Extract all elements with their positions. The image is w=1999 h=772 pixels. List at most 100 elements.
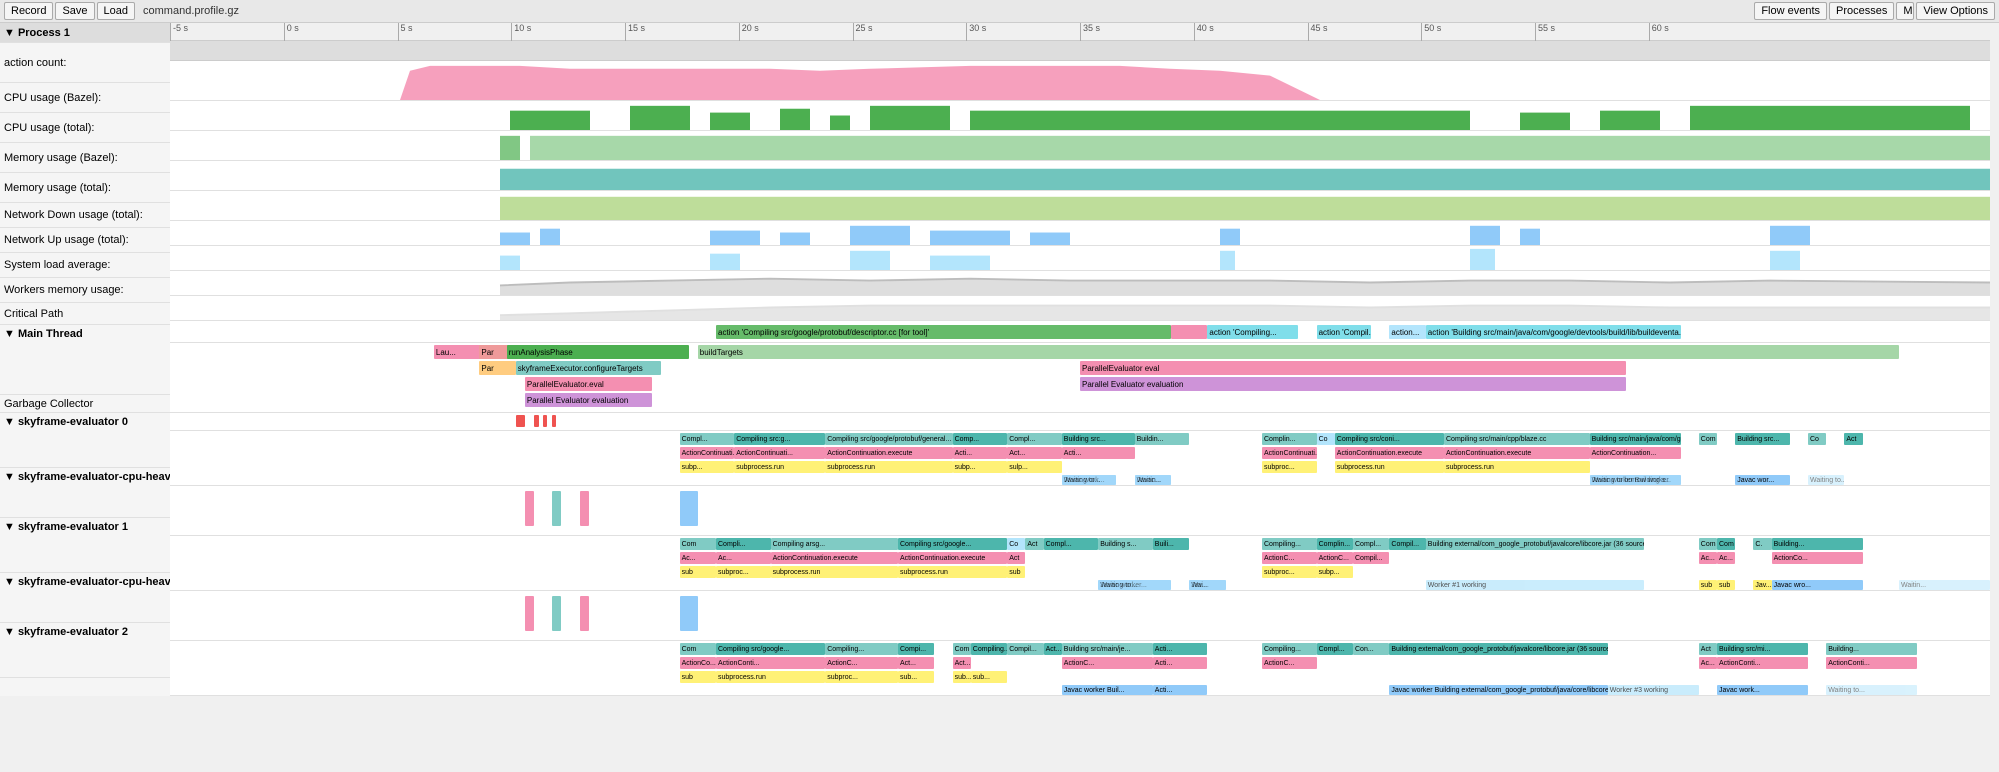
sfe2-sub1[interactable]: sub bbox=[680, 671, 716, 683]
sfe0-ac7[interactable]: ActionContinuati... bbox=[1262, 447, 1317, 459]
sfe0-span5[interactable]: Compl... bbox=[1007, 433, 1062, 445]
sfe0-ac9[interactable]: ActionContinuation.execute bbox=[1444, 447, 1590, 459]
sfe2-sub6[interactable]: sub... bbox=[971, 671, 1007, 683]
sfe2-javac1[interactable]: Javac worker Buil... bbox=[1062, 685, 1153, 695]
sfe1-wait1[interactable]: Waiting to... bbox=[1098, 580, 1171, 590]
load-button[interactable]: Load bbox=[97, 2, 135, 20]
record-button[interactable]: Record bbox=[4, 2, 53, 20]
sfe2-sub4[interactable]: sub... bbox=[898, 671, 934, 683]
track-workers-mem[interactable] bbox=[170, 296, 1990, 321]
main-thread-span-par2[interactable]: Par bbox=[479, 361, 515, 375]
sfe0-span10[interactable]: Compiling src/coni... bbox=[1335, 433, 1444, 445]
sfe2-span8[interactable]: Act... bbox=[1044, 643, 1062, 655]
sfe2-span9[interactable]: Building src/main/je... bbox=[1062, 643, 1153, 655]
track-action-count[interactable] bbox=[170, 61, 1990, 101]
sfe1-worker1[interactable]: Worker #1 working bbox=[1426, 580, 1644, 590]
sfe2-javac2[interactable]: Acti... bbox=[1153, 685, 1208, 695]
sfe0-span7[interactable]: Buildin... bbox=[1135, 433, 1190, 445]
gc-span-3[interactable] bbox=[543, 415, 547, 427]
gc-span-4[interactable] bbox=[552, 415, 556, 427]
sfe1-ac9[interactable]: Ac... bbox=[1699, 552, 1717, 564]
track-critical-path[interactable]: action 'Compiling src/google/protobuf/de… bbox=[170, 321, 1990, 343]
sfe1-span11[interactable]: Complin... bbox=[1317, 538, 1353, 550]
sfe2-span6[interactable]: Compiling... bbox=[971, 643, 1007, 655]
sfe2-ac11[interactable]: ActionConti... bbox=[1826, 657, 1917, 669]
sfe2-span4[interactable]: Compi... bbox=[898, 643, 934, 655]
save-button[interactable]: Save bbox=[55, 2, 94, 20]
sfe1-sub9[interactable]: sub bbox=[1717, 580, 1735, 590]
sfe0-wait1[interactable]: Waiting to... bbox=[1062, 475, 1117, 485]
track-skyframe-eval-2[interactable]: Com Compiling src/google... Compiling...… bbox=[170, 641, 1990, 696]
track-cpu-bazel[interactable] bbox=[170, 101, 1990, 131]
sfe0-sub7[interactable]: subprocess.run bbox=[1335, 461, 1444, 473]
sfe2-span16[interactable]: Building src/mi... bbox=[1717, 643, 1808, 655]
sfe2-span10[interactable]: Acti... bbox=[1153, 643, 1208, 655]
sfe1-javac3[interactable]: Javac wro... bbox=[1772, 580, 1863, 590]
sfe0-javac4[interactable]: Javac wor... bbox=[1735, 475, 1790, 485]
sfe0-sub2[interactable]: subprocess.run bbox=[734, 461, 825, 473]
sfe0-span4[interactable]: Comp... bbox=[953, 433, 1008, 445]
sfe1-span3[interactable]: Compiling arsg... bbox=[771, 538, 898, 550]
sfe1-span7[interactable]: Compl... bbox=[1044, 538, 1099, 550]
sfe2-sub3[interactable]: subproc... bbox=[825, 671, 898, 683]
processes-button[interactable]: Processes bbox=[1829, 2, 1894, 20]
sfe1-span15[interactable]: Com bbox=[1699, 538, 1717, 550]
sfe1-ac11[interactable]: ActionCo... bbox=[1772, 552, 1863, 564]
sfe0-span15[interactable]: Co bbox=[1808, 433, 1826, 445]
sfe2-ac2[interactable]: ActionConti... bbox=[716, 657, 825, 669]
sfe2-worker3[interactable]: Worker #3 working bbox=[1608, 685, 1699, 695]
sfe0-span13[interactable]: Com bbox=[1699, 433, 1717, 445]
sfe1-ac5[interactable]: Act bbox=[1007, 552, 1025, 564]
track-skyframe-cpu-heavy-0[interactable] bbox=[170, 486, 1990, 536]
sfe0-span12[interactable]: Building src/main/java/com/go... bbox=[1590, 433, 1681, 445]
sfe0-ac1[interactable]: ActionContinuati... bbox=[680, 447, 735, 459]
main-thread-span-parallelevaleval2[interactable]: Parallel Evaluator evaluation bbox=[1080, 377, 1626, 391]
gc-span-2[interactable] bbox=[534, 415, 539, 427]
sfe0-span6[interactable]: Building src... bbox=[1062, 433, 1135, 445]
sfe0-ac4[interactable]: Acti... bbox=[953, 447, 1008, 459]
sfe1-ac8[interactable]: Compil... bbox=[1353, 552, 1389, 564]
sfe0-sub6[interactable]: subproc... bbox=[1262, 461, 1317, 473]
sfe1-sub5[interactable]: sub bbox=[1007, 566, 1025, 578]
flow-events-button[interactable]: Flow events bbox=[1754, 2, 1827, 20]
critical-path-span-6[interactable]: action 'Building src/main/java/com/googl… bbox=[1426, 325, 1681, 339]
sfe2-span17[interactable]: Building... bbox=[1826, 643, 1917, 655]
sfe1-sub1[interactable]: sub bbox=[680, 566, 716, 578]
sfe2-javac4[interactable]: Javac work... bbox=[1717, 685, 1808, 695]
critical-path-span-4[interactable]: action 'Compil... bbox=[1317, 325, 1372, 339]
main-thread-span-paralleleval1[interactable]: ParallelEvaluator.eval bbox=[525, 377, 652, 391]
sfe1-wait2[interactable]: Wai... bbox=[1189, 580, 1225, 590]
critical-path-span-3[interactable]: action 'Compiling... bbox=[1207, 325, 1298, 339]
sfe0-ac8[interactable]: ActionContinuation.execute bbox=[1335, 447, 1444, 459]
cpu-heavy0-bar1[interactable] bbox=[525, 491, 534, 526]
sfe2-ac1[interactable]: ActionCo... bbox=[680, 657, 716, 669]
sfe2-span7[interactable]: Compil... bbox=[1007, 643, 1043, 655]
sfe1-span8[interactable]: Building s... bbox=[1098, 538, 1153, 550]
sfe0-sub3[interactable]: subprocess.run bbox=[825, 461, 952, 473]
sfe1-span6[interactable]: Act bbox=[1025, 538, 1043, 550]
sfe0-span1[interactable]: Compl... bbox=[680, 433, 735, 445]
sfe1-ac6[interactable]: ActionC... bbox=[1262, 552, 1317, 564]
sfe0-span8[interactable]: Complin... bbox=[1262, 433, 1317, 445]
main-thread-span-parallelevaleval1[interactable]: Parallel Evaluator evaluation bbox=[525, 393, 652, 407]
main-thread-span-paralleleval2[interactable]: ParallelEvaluator eval bbox=[1080, 361, 1626, 375]
sfe2-span3[interactable]: Compiling... bbox=[825, 643, 898, 655]
sfe1-sub8[interactable]: sub bbox=[1699, 580, 1717, 590]
sfe2-wait1[interactable]: Waiting to... bbox=[1826, 685, 1917, 695]
sfe1-sub6[interactable]: subproc... bbox=[1262, 566, 1317, 578]
sfe2-ac5[interactable]: Act... bbox=[953, 657, 971, 669]
main-thread-span-runanalysis[interactable]: runAnalysisPhase bbox=[507, 345, 689, 359]
critical-path-span-5[interactable]: action... bbox=[1389, 325, 1425, 339]
view-options-button[interactable]: View Options bbox=[1916, 2, 1995, 20]
track-mem-bazel[interactable] bbox=[170, 161, 1990, 191]
sfe1-ac10[interactable]: Ac... bbox=[1717, 552, 1735, 564]
track-main-thread[interactable]: Lau... Par Par runAnalysisPhase skyframe… bbox=[170, 343, 1990, 413]
track-skyframe-cpu-heavy-1[interactable] bbox=[170, 591, 1990, 641]
sfe0-span9[interactable]: Co bbox=[1317, 433, 1335, 445]
sfe2-sub5[interactable]: sub... bbox=[953, 671, 971, 683]
sfe1-span9[interactable]: Buili... bbox=[1153, 538, 1189, 550]
sfe0-sub8[interactable]: subprocess.run bbox=[1444, 461, 1590, 473]
critical-path-span-1[interactable]: action 'Compiling src/google/protobuf/de… bbox=[716, 325, 1171, 339]
track-net-down[interactable] bbox=[170, 221, 1990, 246]
sfe2-span14[interactable]: Building external/com_google_protobuf/ja… bbox=[1389, 643, 1607, 655]
